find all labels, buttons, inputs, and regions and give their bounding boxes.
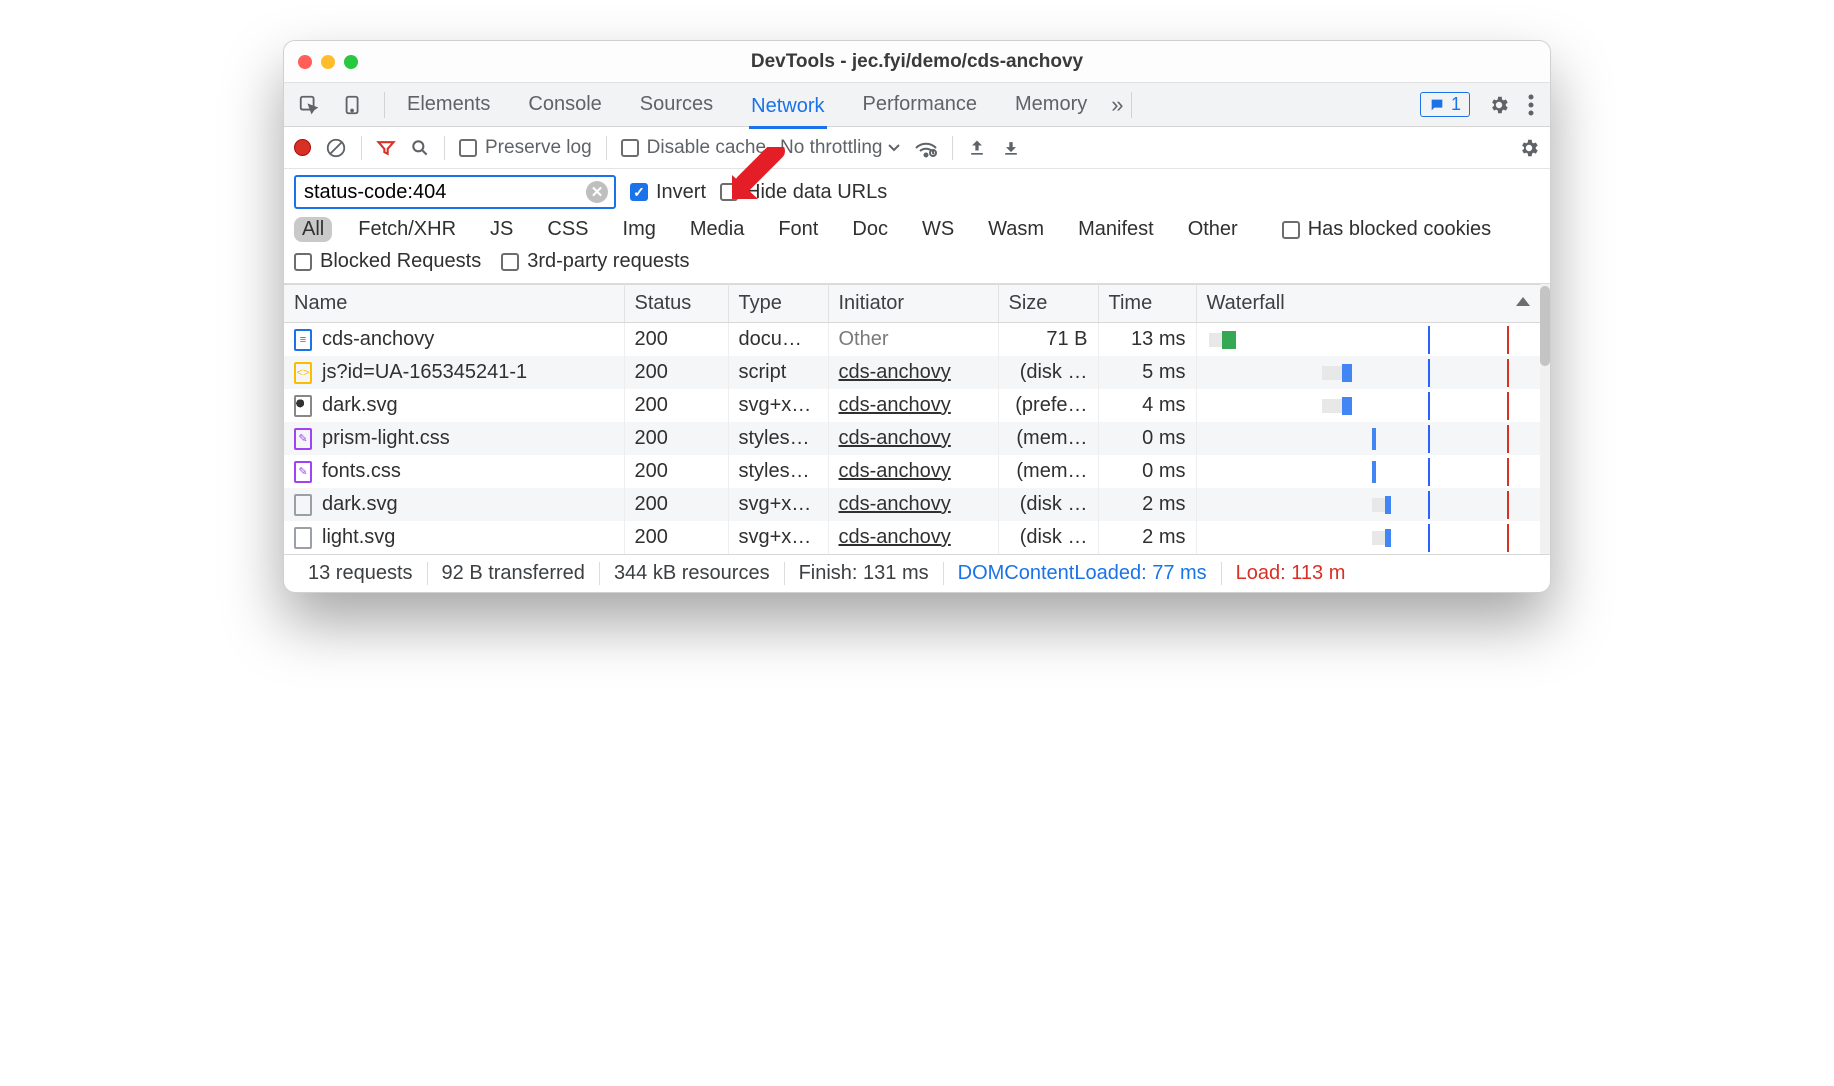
has-blocked-cookies-checkbox[interactable]: Has blocked cookies <box>1282 218 1491 241</box>
requests-table: NameStatusTypeInitiatorSizeTimeWaterfall <box>284 284 1540 323</box>
col-name[interactable]: Name <box>284 285 624 323</box>
table-row[interactable]: ✎fonts.css200styles…cds-anchovy(mem…0 ms <box>284 455 1540 488</box>
filter-icon[interactable] <box>376 138 396 158</box>
type-filter-js[interactable]: JS <box>482 217 521 242</box>
issues-chip[interactable]: 1 <box>1420 92 1470 117</box>
status-requests: 13 requests <box>294 562 428 585</box>
panel-tab-network[interactable]: Network <box>749 91 826 129</box>
col-initiator[interactable]: Initiator <box>828 285 998 323</box>
type-filter-wasm[interactable]: Wasm <box>980 217 1052 242</box>
main-tabstrip: Elements Console Sources Network Performance… <box>284 83 1550 127</box>
chevron-down-icon <box>888 142 900 154</box>
device-toggle-icon[interactable] <box>342 94 364 116</box>
request-options: Blocked Requests 3rd-party requests <box>284 248 1550 284</box>
panel-tab-performance[interactable]: Performance <box>861 89 980 120</box>
throttling-select[interactable]: No throttling <box>780 137 900 159</box>
col-time[interactable]: Time <box>1098 285 1196 323</box>
file-type-icon: ≡ <box>294 329 312 351</box>
panel-tab-elements[interactable]: Elements <box>405 89 492 120</box>
file-type-icon <box>294 395 312 417</box>
status-transferred: 92 B transferred <box>428 562 600 585</box>
record-button[interactable] <box>294 139 311 156</box>
table-row[interactable]: dark.svg200svg+x…cds-anchovy(disk …2 ms <box>284 488 1540 521</box>
table-row[interactable]: ≡cds-anchovy200docu…Other71 B13 ms <box>284 323 1540 356</box>
type-filter-ws[interactable]: WS <box>914 217 962 242</box>
file-type-icon: ✎ <box>294 428 312 450</box>
file-type-icon: <> <box>294 362 312 384</box>
network-toolbar: Preserve log Disable cache No throttling <box>284 127 1550 169</box>
kebab-menu-icon[interactable] <box>1528 94 1534 116</box>
more-panels-button[interactable]: » <box>1109 88 1125 122</box>
disable-cache-checkbox[interactable]: Disable cache <box>621 137 766 159</box>
col-type[interactable]: Type <box>728 285 828 323</box>
type-filter-media[interactable]: Media <box>682 217 752 242</box>
minimize-window-button[interactable] <box>321 55 335 69</box>
devtools-window: DevTools - jec.fyi/demo/cds-anchovy Elem… <box>283 40 1551 593</box>
blocked-requests-checkbox[interactable]: Blocked Requests <box>294 250 481 273</box>
col-waterfall[interactable]: Waterfall <box>1196 285 1540 323</box>
table-row[interactable]: <>js?id=UA-165345241-1200scriptcds-ancho… <box>284 356 1540 389</box>
panel-tab-console[interactable]: Console <box>526 89 603 120</box>
window-title: DevTools - jec.fyi/demo/cds-anchovy <box>284 51 1550 73</box>
inspect-element-icon[interactable] <box>298 94 320 116</box>
status-finish: Finish: 131 ms <box>785 562 944 585</box>
table-row[interactable]: ✎prism-light.css200styles…cds-anchovy(me… <box>284 422 1540 455</box>
status-bar: 13 requests 92 B transferred 344 kB reso… <box>284 554 1550 592</box>
status-load: Load: 113 m <box>1222 562 1360 585</box>
clear-log-icon[interactable] <box>325 137 347 159</box>
requests-table-wrap: NameStatusTypeInitiatorSizeTimeWaterfall… <box>284 284 1550 554</box>
type-filter-other[interactable]: Other <box>1180 217 1246 242</box>
col-status[interactable]: Status <box>624 285 728 323</box>
table-row[interactable]: light.svg200svg+x…cds-anchovy(disk …2 ms <box>284 521 1540 554</box>
file-type-icon <box>294 494 312 516</box>
type-filter-all[interactable]: All <box>294 217 332 242</box>
window-controls <box>298 55 358 69</box>
zoom-window-button[interactable] <box>344 55 358 69</box>
resource-type-filter: All Fetch/XHR JS CSS Img Media Font Doc WS Wasm Ma… <box>284 213 1550 248</box>
status-domcontentloaded: DOMContentLoaded: 77 ms <box>944 562 1222 585</box>
file-type-icon <box>294 527 312 549</box>
settings-icon[interactable] <box>1488 94 1510 116</box>
upload-har-icon[interactable] <box>967 138 987 158</box>
invert-checkbox[interactable]: ✓ Invert <box>630 181 706 204</box>
vertical-scrollbar[interactable] <box>1540 284 1550 554</box>
titlebar: DevTools - jec.fyi/demo/cds-anchovy <box>284 41 1550 83</box>
clear-filter-icon[interactable]: ✕ <box>586 181 608 203</box>
network-conditions-icon[interactable] <box>914 138 938 158</box>
filter-text[interactable] <box>304 181 586 204</box>
hide-data-urls-checkbox[interactable]: Hide data URLs <box>720 181 887 204</box>
table-row[interactable]: dark.svg200svg+x…cds-anchovy(prefe…4 ms <box>284 389 1540 422</box>
search-icon[interactable] <box>410 138 430 158</box>
close-window-button[interactable] <box>298 55 312 69</box>
issues-count: 1 <box>1451 94 1461 115</box>
status-resources: 344 kB resources <box>600 562 785 585</box>
type-filter-doc[interactable]: Doc <box>844 217 896 242</box>
panel-tab-sources[interactable]: Sources <box>638 89 715 120</box>
network-settings-icon[interactable] <box>1518 137 1540 159</box>
type-filter-fetchxhr[interactable]: Fetch/XHR <box>350 217 464 242</box>
file-type-icon: ✎ <box>294 461 312 483</box>
panel-tab-memory[interactable]: Memory <box>1013 89 1089 120</box>
third-party-requests-checkbox[interactable]: 3rd-party requests <box>501 250 689 273</box>
preserve-log-checkbox[interactable]: Preserve log <box>459 137 592 159</box>
filter-input[interactable]: ✕ <box>294 175 616 209</box>
download-har-icon[interactable] <box>1001 138 1021 158</box>
filter-row: ✕ ✓ Invert Hide data URLs <box>284 169 1550 213</box>
type-filter-img[interactable]: Img <box>615 217 664 242</box>
type-filter-manifest[interactable]: Manifest <box>1070 217 1162 242</box>
type-filter-css[interactable]: CSS <box>539 217 596 242</box>
type-filter-font[interactable]: Font <box>770 217 826 242</box>
col-size[interactable]: Size <box>998 285 1098 323</box>
